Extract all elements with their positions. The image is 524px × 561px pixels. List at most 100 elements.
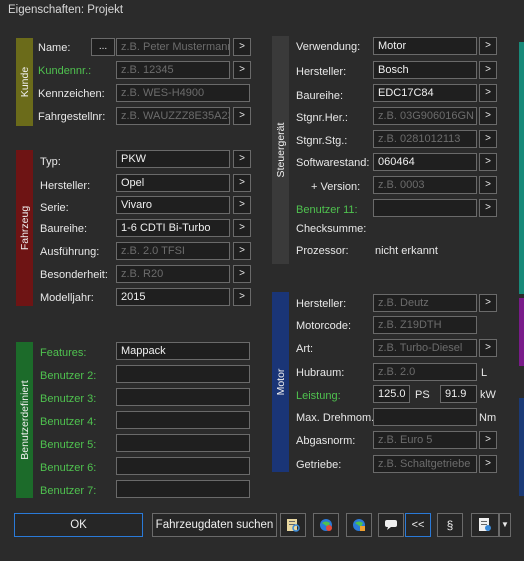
motorcode-input[interactable]: z.B. Z19DTH bbox=[373, 316, 477, 334]
fahrgestellnr-input[interactable]: z.B. WAUZZZ8E35A23... bbox=[116, 107, 230, 125]
getriebe-input[interactable]: z.B. Schaltgetriebe bbox=[373, 455, 477, 473]
benutzer5-input[interactable] bbox=[116, 434, 250, 452]
stgnr-stg-input[interactable]: z.B. 0281012113 bbox=[373, 130, 477, 148]
right-accent-purple bbox=[519, 298, 524, 366]
getriebe-arrow-button[interactable]: > bbox=[479, 455, 497, 473]
globe-color-icon[interactable] bbox=[313, 513, 339, 537]
kennzeichen-input[interactable]: z.B. WES-H4900 bbox=[116, 84, 250, 102]
sg-baureihe-input[interactable]: EDC17C84 bbox=[373, 84, 477, 102]
benutzer6-label: Benutzer 6: bbox=[40, 462, 97, 474]
globe-edit-icon[interactable] bbox=[346, 513, 372, 537]
collapse-button[interactable]: << bbox=[405, 513, 431, 537]
benutzer11-input[interactable] bbox=[373, 199, 477, 217]
softwarestand-label: Softwarestand: bbox=[296, 157, 370, 169]
modelljahr-label: Modelljahr: bbox=[40, 292, 94, 304]
drehmom-label: Max. Drehmom. bbox=[296, 412, 375, 424]
dropdown-chevron-icon[interactable]: ▼ bbox=[499, 513, 511, 537]
softwarestand-arrow-button[interactable]: > bbox=[479, 153, 497, 171]
fahrgestellnr-arrow-button[interactable]: > bbox=[233, 107, 251, 125]
modelljahr-input[interactable]: 2015 bbox=[116, 288, 230, 306]
prozessor-label: Prozessor: bbox=[296, 245, 349, 257]
stgnr-stg-label: Stgnr.Stg.: bbox=[296, 135, 348, 147]
benutzer11-arrow-button[interactable]: > bbox=[479, 199, 497, 217]
abgasnorm-label: Abgasnorm: bbox=[296, 435, 356, 447]
steuergeraet-tab: Steuergerät bbox=[272, 36, 289, 264]
paragraph-button[interactable]: § bbox=[437, 513, 463, 537]
typ-arrow-button[interactable]: > bbox=[233, 150, 251, 168]
benutzer4-input[interactable] bbox=[116, 411, 250, 429]
m-hersteller-arrow-button[interactable]: > bbox=[479, 294, 497, 312]
sg-hersteller-arrow-button[interactable]: > bbox=[479, 61, 497, 79]
serie-label: Serie: bbox=[40, 202, 69, 214]
verwendung-input[interactable]: Motor bbox=[373, 37, 477, 55]
stgnr-her-arrow-button[interactable]: > bbox=[479, 107, 497, 125]
benutzer2-label: Benutzer 2: bbox=[40, 370, 97, 382]
kw-unit: kW bbox=[480, 389, 496, 401]
version-arrow-button[interactable]: > bbox=[479, 176, 497, 194]
fz-hersteller-label: Hersteller: bbox=[40, 180, 91, 192]
name-input[interactable]: z.B. Peter Mustermann bbox=[116, 38, 230, 56]
sg-baureihe-arrow-button[interactable]: > bbox=[479, 84, 497, 102]
abgasnorm-arrow-button[interactable]: > bbox=[479, 431, 497, 449]
besonderheit-arrow-button[interactable]: > bbox=[233, 265, 251, 283]
comment-icon[interactable] bbox=[378, 513, 404, 537]
m-hersteller-label: Hersteller: bbox=[296, 298, 347, 310]
ok-button[interactable]: OK bbox=[14, 513, 143, 537]
name-label: Name: bbox=[38, 42, 71, 54]
benutzer7-input[interactable] bbox=[116, 480, 250, 498]
stgnr-stg-arrow-button[interactable]: > bbox=[479, 130, 497, 148]
sg-hersteller-input[interactable]: Bosch bbox=[373, 61, 477, 79]
benutzerdefiniert-tab: Benutzerdefiniert bbox=[16, 342, 33, 498]
leistung-kw-input[interactable]: 91.9 bbox=[440, 385, 477, 403]
abgasnorm-input[interactable]: z.B. Euro 5 bbox=[373, 431, 477, 449]
drehmom-input[interactable] bbox=[373, 408, 477, 426]
name-arrow-button[interactable]: > bbox=[233, 38, 251, 56]
kennzeichen-label: Kennzeichen: bbox=[38, 88, 105, 100]
kundennr-input[interactable]: z.B. 12345 bbox=[116, 61, 230, 79]
benutzer2-input[interactable] bbox=[116, 365, 250, 383]
m-hersteller-input[interactable]: z.B. Deutz bbox=[373, 294, 477, 312]
modelljahr-arrow-button[interactable]: > bbox=[233, 288, 251, 306]
ausfuehrung-label: Ausführung: bbox=[40, 246, 100, 258]
serie-arrow-button[interactable]: > bbox=[233, 196, 251, 214]
kundennr-arrow-button[interactable]: > bbox=[233, 61, 251, 79]
motorcode-label: Motorcode: bbox=[296, 320, 352, 332]
sg-hersteller-label: Hersteller: bbox=[296, 66, 347, 78]
database-search-icon[interactable] bbox=[280, 513, 306, 537]
motor-tab: Motor bbox=[272, 292, 289, 472]
benutzer6-input[interactable] bbox=[116, 457, 250, 475]
fahrzeugdaten-suchen-button[interactable]: Fahrzeugdaten suchen bbox=[152, 513, 277, 537]
art-arrow-button[interactable]: > bbox=[479, 339, 497, 357]
drehmom-unit: Nm bbox=[479, 412, 497, 424]
features-input[interactable]: Mappack bbox=[116, 342, 250, 360]
prozessor-value: nicht erkannt bbox=[375, 245, 438, 257]
fz-hersteller-arrow-button[interactable]: > bbox=[233, 174, 251, 192]
fz-baureihe-input[interactable]: 1-6 CDTI Bi-Turbo bbox=[116, 219, 230, 237]
settings-document-icon[interactable] bbox=[471, 513, 499, 537]
art-input[interactable]: z.B. Turbo-Diesel bbox=[373, 339, 477, 357]
hubraum-label: Hubraum: bbox=[296, 367, 345, 379]
softwarestand-input[interactable]: 060464 bbox=[373, 153, 477, 171]
besonderheit-input[interactable]: z.B. R20 bbox=[116, 265, 230, 283]
leistung-ps-input[interactable]: 125.0 bbox=[373, 385, 410, 403]
checksumme-label: Checksumme: bbox=[296, 223, 367, 235]
fz-baureihe-arrow-button[interactable]: > bbox=[233, 219, 251, 237]
version-input[interactable]: z.B. 0003 bbox=[373, 176, 477, 194]
name-dots-button[interactable]: ... bbox=[91, 38, 115, 56]
fahrzeug-tab: Fahrzeug bbox=[16, 150, 33, 306]
benutzer4-label: Benutzer 4: bbox=[40, 416, 97, 428]
leistung-label: Leistung: bbox=[296, 390, 341, 402]
stgnr-her-input[interactable]: z.B. 03G906016GN bbox=[373, 107, 477, 125]
hubraum-input[interactable]: z.B. 2.0 bbox=[373, 363, 477, 381]
typ-input[interactable]: PKW bbox=[116, 150, 230, 168]
ausfuehrung-input[interactable]: z.B. 2.0 TFSI bbox=[116, 242, 230, 260]
features-label: Features: bbox=[40, 347, 87, 359]
ausfuehrung-arrow-button[interactable]: > bbox=[233, 242, 251, 260]
benutzer5-label: Benutzer 5: bbox=[40, 439, 97, 451]
verwendung-arrow-button[interactable]: > bbox=[479, 37, 497, 55]
benutzer3-input[interactable] bbox=[116, 388, 250, 406]
fz-hersteller-input[interactable]: Opel bbox=[116, 174, 230, 192]
benutzer11-label: Benutzer 11: bbox=[296, 204, 358, 216]
benutzer7-label: Benutzer 7: bbox=[40, 485, 97, 497]
serie-input[interactable]: Vivaro bbox=[116, 196, 230, 214]
